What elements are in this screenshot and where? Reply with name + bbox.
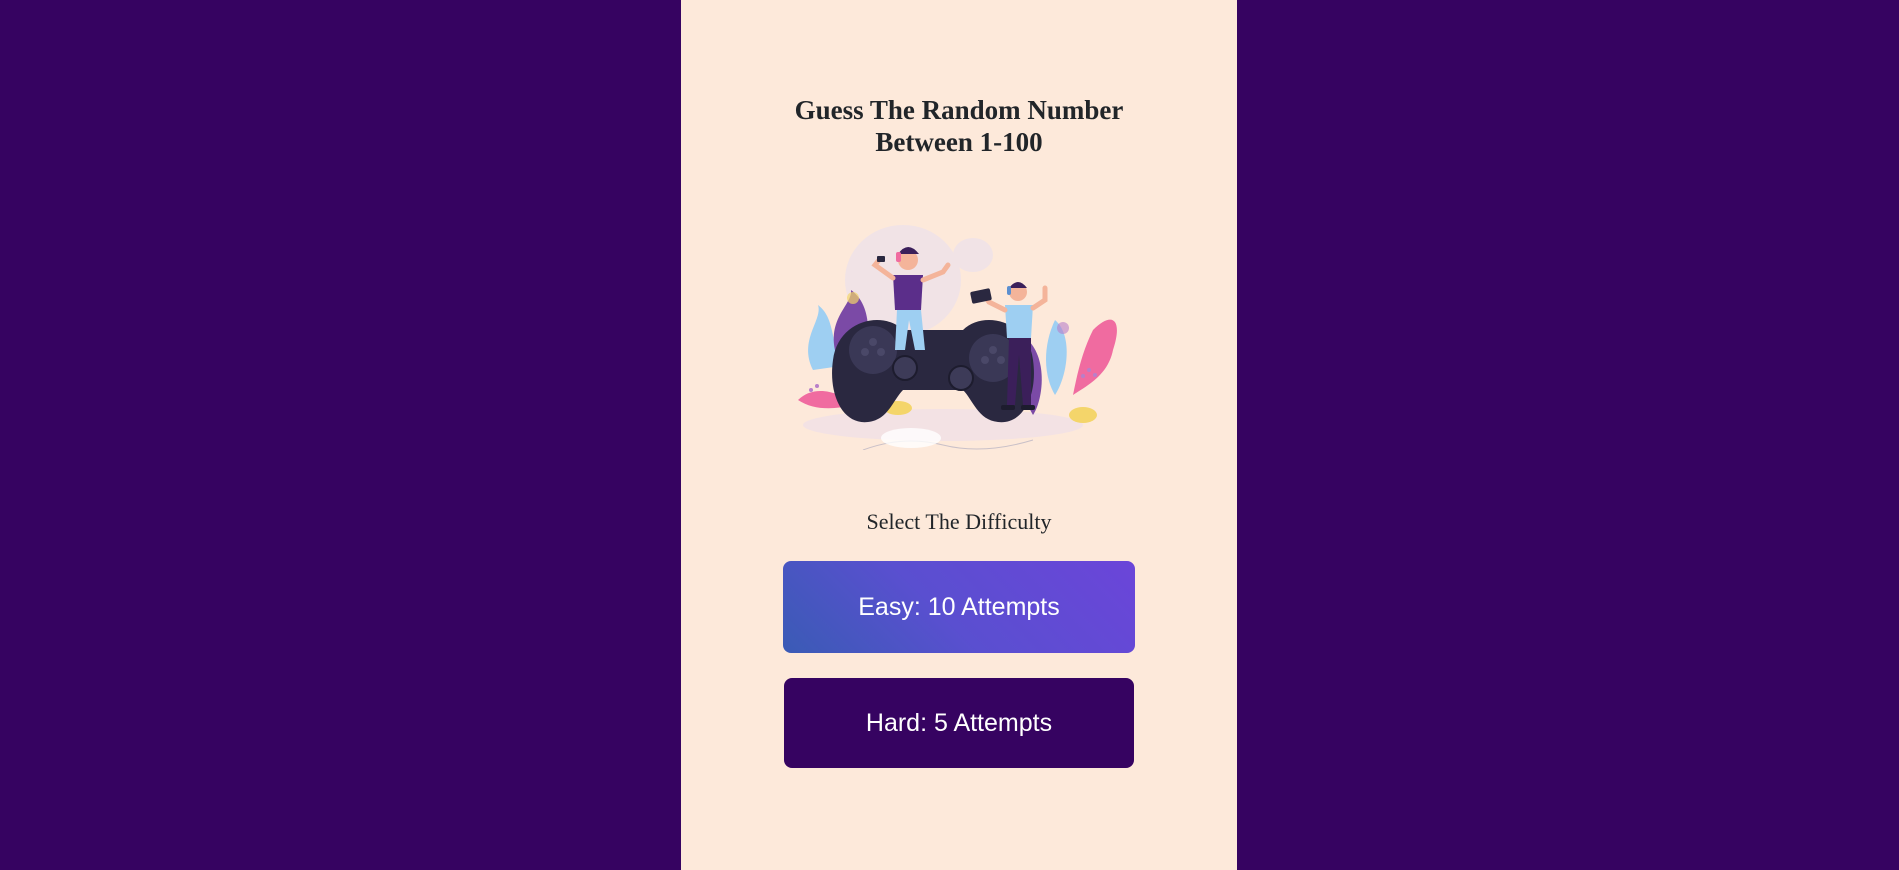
easy-difficulty-button[interactable]: Easy: 10 Attempts bbox=[783, 561, 1135, 653]
gamers-illustration bbox=[793, 210, 1125, 451]
hard-difficulty-button[interactable]: Hard: 5 Attempts bbox=[784, 678, 1134, 768]
title-line-2: Between 1-100 bbox=[875, 127, 1043, 157]
game-panel: Guess The Random Number Between 1-100 Se… bbox=[681, 0, 1237, 870]
easy-button-label: Easy: 10 Attempts bbox=[858, 592, 1060, 621]
page-title: Guess The Random Number Between 1-100 bbox=[681, 94, 1237, 158]
difficulty-prompt: Select The Difficulty bbox=[866, 509, 1052, 534]
hard-button-label: Hard: 5 Attempts bbox=[865, 708, 1053, 737]
title-line-1: Guess The Random Number bbox=[794, 95, 1124, 125]
